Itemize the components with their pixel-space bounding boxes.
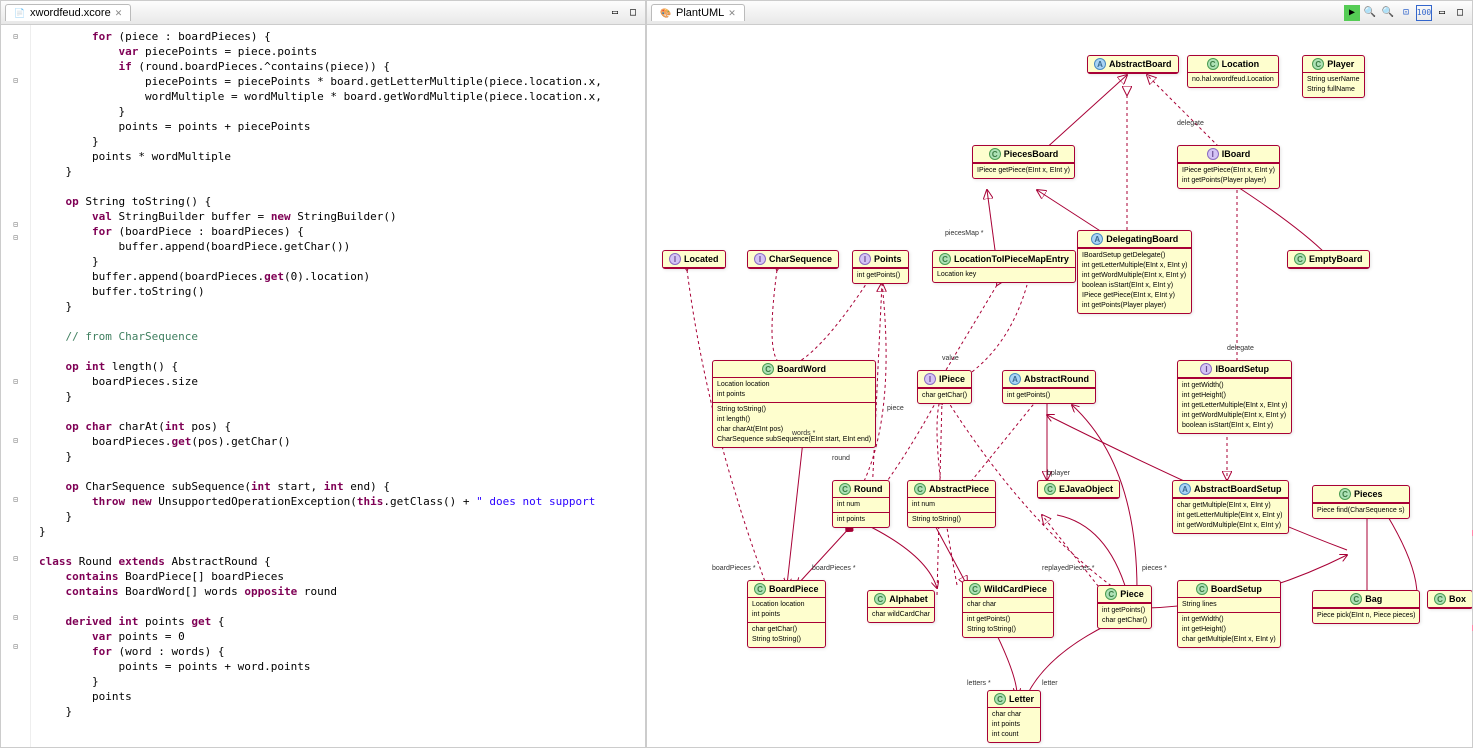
code-content[interactable]: for (piece : boardPieces) { var piecePoi… xyxy=(31,25,645,747)
fold-toggle[interactable]: ⊟ xyxy=(10,611,22,623)
edge-label: piecesMap * xyxy=(945,230,984,237)
uml-class-wildcardpiece[interactable]: CWildCardPiecechar charint getPoints()St… xyxy=(962,580,1054,638)
edge-label: boardPieces * xyxy=(812,565,856,572)
fold-toggle[interactable]: ⊟ xyxy=(10,434,22,446)
maximize-icon[interactable]: □ xyxy=(625,5,641,21)
uml-class-pieces[interactable]: CPiecesPiece find(CharSequence s) xyxy=(1312,485,1410,519)
uml-class-alphabet[interactable]: CAlphabetchar wildCardChar xyxy=(867,590,935,623)
minimize-icon[interactable]: ▭ xyxy=(1434,5,1450,21)
uml-class-ipiece[interactable]: IIPiecechar getChar() xyxy=(917,370,972,404)
uml-class-located[interactable]: ILocated xyxy=(662,250,726,269)
edge-label: words * xyxy=(792,430,815,437)
tab-xwordfeud[interactable]: 📄 xwordfeud.xcore ✕ xyxy=(5,4,131,21)
left-tab-bar: 📄 xwordfeud.xcore ✕ ▭ □ xyxy=(1,1,645,25)
edge-label: letters * xyxy=(967,680,991,687)
fold-toggle[interactable]: ⊟ xyxy=(10,640,22,652)
run-icon[interactable]: ▶ xyxy=(1344,5,1360,21)
edge-label: boardPieces * xyxy=(712,565,756,572)
fold-toggle[interactable]: ⊟ xyxy=(10,231,22,243)
plantuml-pane: 🎨 PlantUML ✕ ▶ 🔍 🔍 ⊡ 100 ▭ □ xyxy=(646,0,1473,748)
uml-class-piece[interactable]: CPieceint getPoints()char getChar() xyxy=(1097,585,1152,629)
fold-toggle[interactable]: ⊟ xyxy=(10,218,22,230)
uml-class-piecesboard[interactable]: CPiecesBoardIPiece getPiece(EInt x, EInt… xyxy=(972,145,1075,179)
edge-label: delegate xyxy=(1227,345,1254,352)
uml-diagram[interactable]: AAbstractBoard CLocationno.hal.xwordfeud… xyxy=(647,25,1472,747)
fold-toggle[interactable]: ⊟ xyxy=(10,30,22,42)
fold-toggle[interactable]: ⊟ xyxy=(10,493,22,505)
edge-label: piece xyxy=(887,405,904,412)
tab-plantuml[interactable]: 🎨 PlantUML ✕ xyxy=(651,4,745,21)
uml-class-locationtoipiece[interactable]: CLocationToIPieceMapEntryLocation key xyxy=(932,250,1076,283)
tab-label: PlantUML xyxy=(676,7,724,19)
edge-label: delegate xyxy=(1177,120,1204,127)
zoom-in-icon[interactable]: 🔍 xyxy=(1362,5,1378,21)
minimize-icon[interactable]: ▭ xyxy=(607,5,623,21)
uml-class-location[interactable]: CLocationno.hal.xwordfeud.Location xyxy=(1187,55,1279,88)
zoom-100[interactable]: 100 xyxy=(1416,5,1432,21)
zoom-out-icon[interactable]: 🔍 xyxy=(1380,5,1396,21)
plantuml-icon: 🎨 xyxy=(660,7,672,19)
uml-class-iboardsetup[interactable]: IIBoardSetupint getWidth()int getHeight(… xyxy=(1177,360,1292,434)
code-editor[interactable]: ⊟ ⊟ ⊟ ⊟ ⊟ ⊟ ⊟ ⊟ ⊟ ⊟ for (piece : boardPi… xyxy=(1,25,645,747)
fold-toggle[interactable]: ⊟ xyxy=(10,74,22,86)
uml-class-letter[interactable]: CLetterchar charint pointsint count xyxy=(987,690,1041,743)
code-editor-pane: 📄 xwordfeud.xcore ✕ ▭ □ ⊟ ⊟ ⊟ ⊟ ⊟ ⊟ ⊟ ⊟ xyxy=(0,0,646,748)
uml-class-abstractround[interactable]: AAbstractRoundint getPoints() xyxy=(1002,370,1096,404)
xcore-file-icon: 📄 xyxy=(14,7,26,19)
uml-class-abstractboardsetup[interactable]: AAbstractBoardSetupchar getMultiple(EInt… xyxy=(1172,480,1289,534)
right-tab-bar: 🎨 PlantUML ✕ ▶ 🔍 🔍 ⊡ 100 ▭ □ xyxy=(647,1,1472,25)
close-icon[interactable]: ✕ xyxy=(115,8,123,19)
uml-class-emptyboard[interactable]: CEmptyBoard xyxy=(1287,250,1370,269)
uml-class-charsequence[interactable]: ICharSequence xyxy=(747,250,839,269)
uml-class-box[interactable]: CBox xyxy=(1427,590,1472,609)
close-icon[interactable]: ✕ xyxy=(728,8,736,19)
edge-label: value xyxy=(942,355,959,362)
uml-class-boardsetup[interactable]: CBoardSetupString linesint getWidth()int… xyxy=(1177,580,1281,648)
uml-class-boardpiece[interactable]: CBoardPieceLocation locationint pointsch… xyxy=(747,580,826,648)
uml-class-points[interactable]: IPointsint getPoints() xyxy=(852,250,909,284)
uml-class-abstractboard[interactable]: AAbstractBoard xyxy=(1087,55,1179,74)
edge-label: bplayer xyxy=(1047,470,1070,477)
edge-label: pieces * xyxy=(1142,565,1167,572)
edge-label: round xyxy=(832,455,850,462)
fold-toggle[interactable]: ⊟ xyxy=(10,375,22,387)
uml-class-iboard[interactable]: IIBoardIPiece getPiece(EInt x, EInt y)in… xyxy=(1177,145,1280,189)
tab-label: xwordfeud.xcore xyxy=(30,7,111,19)
uml-class-player[interactable]: CPlayerString userNameString fullName xyxy=(1302,55,1365,98)
maximize-icon[interactable]: □ xyxy=(1452,5,1468,21)
uml-class-bag[interactable]: CBagPiece pick(EInt n, Piece pieces) xyxy=(1312,590,1420,624)
edge-label: letter xyxy=(1042,680,1058,687)
fold-gutter: ⊟ ⊟ ⊟ ⊟ ⊟ ⊟ ⊟ ⊟ ⊟ ⊟ xyxy=(1,25,31,747)
fit-icon[interactable]: ⊡ xyxy=(1398,5,1414,21)
uml-class-delegatingboard[interactable]: ADelegatingBoardIBoardSetup getDelegate(… xyxy=(1077,230,1192,314)
uml-class-abstractpiece[interactable]: CAbstractPieceint numString toString() xyxy=(907,480,996,528)
edge-label: replayedPieces * xyxy=(1042,565,1095,572)
uml-class-round[interactable]: CRoundint numint points xyxy=(832,480,890,528)
uml-class-ejavaobject[interactable]: CEJavaObject xyxy=(1037,480,1120,499)
fold-toggle[interactable]: ⊟ xyxy=(10,552,22,564)
